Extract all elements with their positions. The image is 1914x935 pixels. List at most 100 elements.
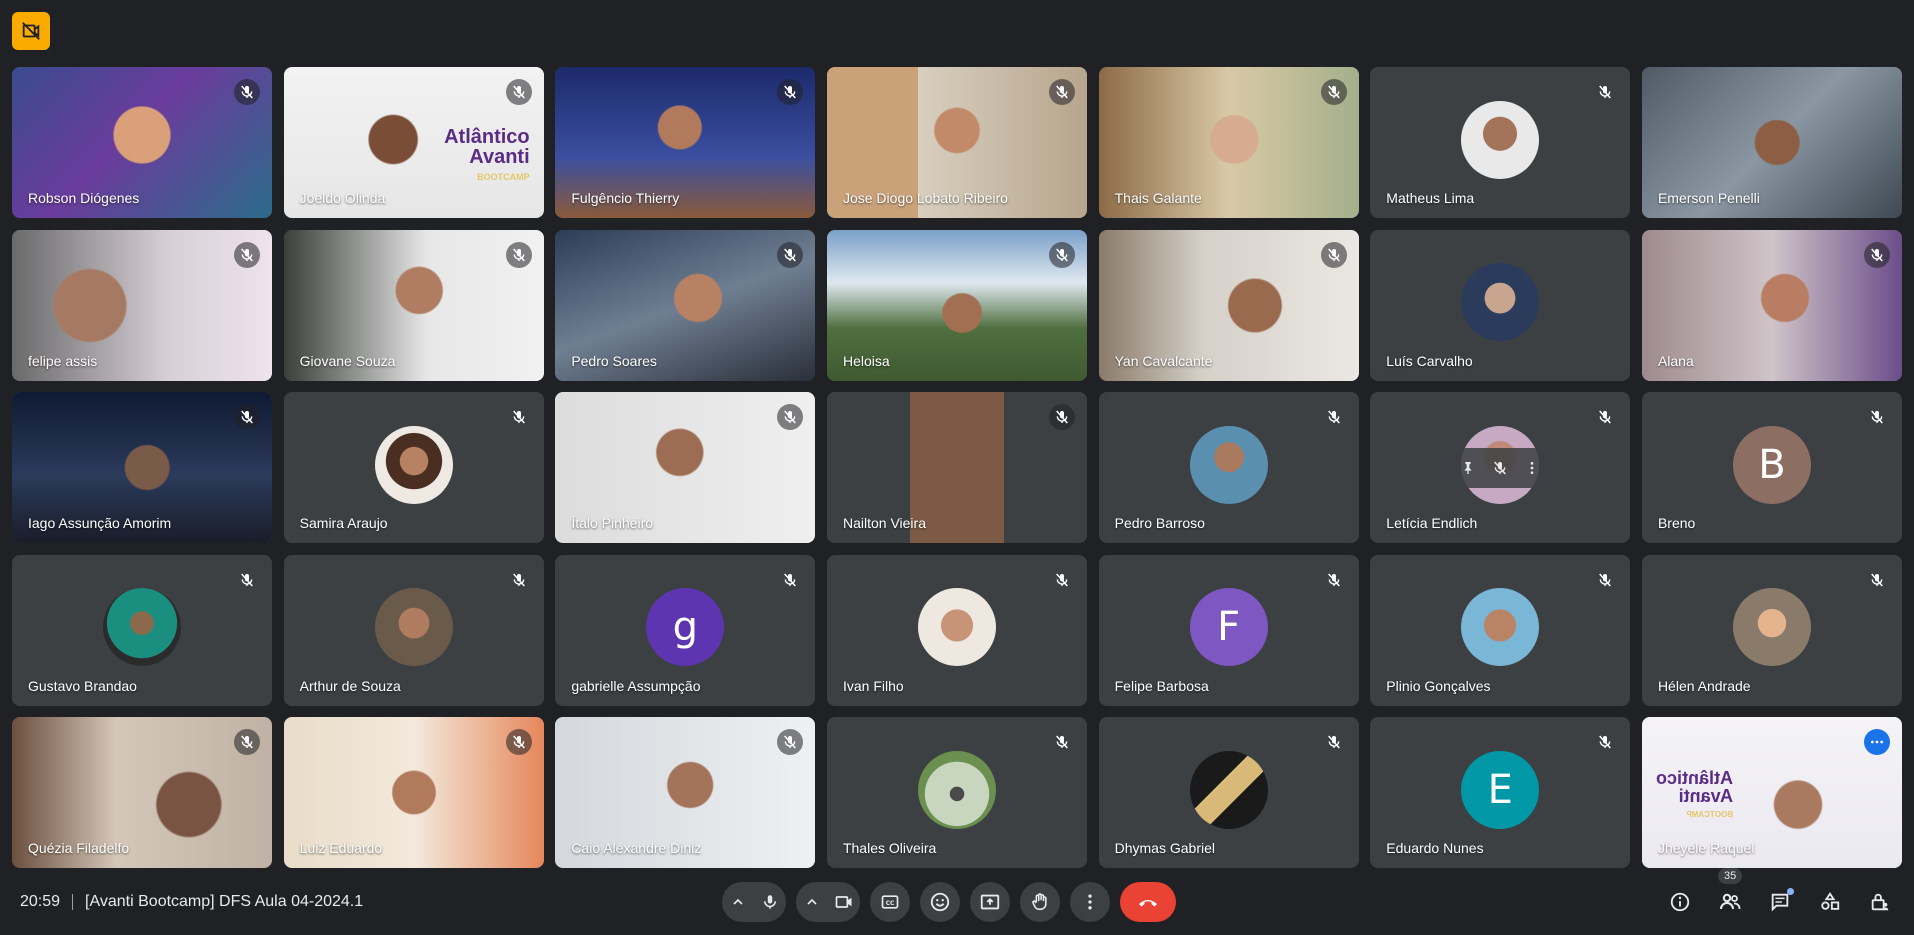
participant-tile[interactable]: Ítalo Pinheiro bbox=[555, 392, 816, 543]
avatar bbox=[1732, 588, 1811, 666]
call-end-icon bbox=[1139, 899, 1157, 906]
participant-tile[interactable]: Atlântico Avanti BOOTCAMP Jheyele Raquel bbox=[1641, 717, 1902, 868]
muted-indicator bbox=[506, 567, 532, 593]
mic-button[interactable] bbox=[754, 882, 786, 922]
participant-tile[interactable]: Giovane Souza bbox=[283, 229, 544, 381]
participant-name: Luiz Eduardo bbox=[299, 840, 383, 856]
avatar bbox=[374, 588, 453, 666]
reactions-button[interactable] bbox=[920, 881, 960, 922]
camera-button[interactable] bbox=[828, 882, 860, 922]
participant-name: Hélen Andrade bbox=[1657, 677, 1751, 694]
shapes-icon bbox=[1821, 891, 1840, 910]
mic-off-icon bbox=[1056, 735, 1068, 749]
logo-line-3: BOOTCAMP bbox=[477, 172, 530, 182]
participant-tile[interactable]: g gabrielle Assumpção bbox=[555, 554, 816, 706]
tile-options-button[interactable] bbox=[1863, 729, 1890, 755]
participant-tile[interactable]: Fulgêncio Thierry bbox=[555, 67, 816, 218]
muted-indicator bbox=[505, 79, 532, 105]
mic-off-icon bbox=[1327, 248, 1340, 261]
muted-indicator bbox=[505, 241, 532, 268]
participant-tile[interactable]: Matheus Lima bbox=[1370, 67, 1631, 218]
participant-tile[interactable]: F Felipe Barbosa bbox=[1098, 554, 1359, 706]
participant-name: Letícia Endlich bbox=[1386, 515, 1478, 531]
participant-tile[interactable]: Luís Carvalho bbox=[1370, 229, 1631, 381]
participant-tile[interactable]: Robson Diógenes bbox=[12, 67, 272, 218]
raise-hand-button[interactable] bbox=[1020, 881, 1060, 922]
muted-indicator bbox=[1863, 241, 1890, 268]
participant-tile[interactable]: Iago Assunção Amorim bbox=[12, 392, 272, 543]
participant-tile[interactable]: Samira Araujo bbox=[283, 392, 544, 543]
participant-tile[interactable]: Gustavo Brandao bbox=[12, 554, 272, 706]
participant-tile[interactable]: E Eduardo Nunes bbox=[1370, 717, 1631, 868]
host-controls-button[interactable] bbox=[1858, 880, 1902, 924]
leave-call-button[interactable] bbox=[1120, 881, 1176, 922]
mic-off-icon bbox=[241, 85, 253, 99]
mic-off-icon bbox=[512, 410, 525, 424]
mic-off-icon bbox=[1871, 410, 1883, 424]
participant-tile[interactable]: Alana bbox=[1641, 229, 1902, 381]
participant-name: Yan Cavalcante bbox=[1114, 352, 1213, 369]
participant-name: Joeldo Olinda bbox=[299, 190, 386, 206]
participant-name: Dhymas Gabriel bbox=[1114, 840, 1215, 856]
mic-off-icon bbox=[1327, 735, 1340, 749]
muted-indicator bbox=[1320, 241, 1347, 268]
participant-tile[interactable]: Letícia Endlich bbox=[1370, 392, 1631, 543]
participant-name: felipe assis bbox=[28, 352, 98, 369]
mic-off-icon[interactable] bbox=[1492, 460, 1508, 476]
unread-dot bbox=[1787, 887, 1794, 895]
participant-tile[interactable]: Emerson Penelli bbox=[1641, 67, 1902, 218]
camera-options-button[interactable] bbox=[796, 882, 828, 922]
letter-avatar: E bbox=[1461, 750, 1540, 829]
more-options-button[interactable] bbox=[1070, 881, 1110, 922]
muted-indicator bbox=[1048, 404, 1075, 430]
participant-tile[interactable]: Quézia Filadelfo bbox=[12, 717, 272, 868]
participant-tile[interactable]: Pedro Soares bbox=[555, 229, 816, 381]
participant-tile[interactable]: Ivan Filho bbox=[826, 554, 1087, 706]
participant-tile[interactable]: Pedro Barroso bbox=[1098, 392, 1359, 543]
mic-off-icon bbox=[784, 573, 797, 586]
emoji-icon bbox=[930, 892, 950, 911]
activities-button[interactable] bbox=[1808, 880, 1852, 924]
mic-off-icon bbox=[784, 410, 797, 424]
muted-indicator bbox=[505, 729, 532, 755]
captions-button[interactable]: CC bbox=[870, 881, 910, 922]
letter-avatar: g bbox=[646, 588, 725, 666]
participant-tile[interactable]: Heloisa bbox=[826, 229, 1087, 381]
meeting-details-button[interactable] bbox=[1658, 880, 1702, 924]
info-icon bbox=[1670, 892, 1690, 911]
participant-tile[interactable]: Caio Alexandre Diniz bbox=[555, 717, 816, 868]
participant-name: Pedro Soares bbox=[571, 352, 657, 369]
more-vert-icon[interactable] bbox=[1524, 460, 1540, 476]
participant-tile[interactable]: Thales Oliveira bbox=[826, 717, 1087, 868]
participant-tile[interactable]: Thais Galante bbox=[1098, 67, 1359, 218]
participant-tile[interactable]: Plinio Gonçalves bbox=[1370, 554, 1631, 706]
camera-off-indicator[interactable] bbox=[12, 12, 50, 50]
present-button[interactable] bbox=[970, 881, 1010, 922]
participant-tile[interactable]: Nailton Vieira bbox=[826, 392, 1087, 543]
participant-name: Luís Carvalho bbox=[1386, 352, 1473, 369]
participant-tile[interactable]: Arthur de Souza bbox=[283, 554, 544, 706]
participant-name: Thales Oliveira bbox=[842, 840, 937, 856]
mic-off-icon bbox=[241, 573, 253, 586]
bottom-bar: 20:59 [Avanti Bootcamp] DFS Aula 04-2024… bbox=[0, 867, 1914, 935]
mic-off-icon bbox=[1871, 573, 1883, 586]
participant-tile[interactable]: Jose Diogo Lobato Ribeiro bbox=[826, 67, 1087, 218]
participant-tile[interactable]: Atlântico Avanti BOOTCAMP Joeldo Olinda bbox=[283, 67, 544, 218]
participant-tile[interactable]: B Breno bbox=[1641, 392, 1902, 543]
mic-off-icon bbox=[512, 573, 525, 586]
mic-off-icon bbox=[1599, 735, 1612, 749]
participant-tile[interactable]: Hélen Andrade bbox=[1641, 554, 1902, 706]
muted-indicator bbox=[1864, 567, 1890, 593]
participant-tile[interactable]: Yan Cavalcante bbox=[1098, 229, 1359, 381]
people-button[interactable]: 35 bbox=[1708, 867, 1752, 924]
chat-button[interactable] bbox=[1758, 880, 1802, 924]
participant-tile[interactable]: Luiz Eduardo bbox=[283, 717, 544, 868]
participant-tile[interactable]: felipe assis bbox=[12, 229, 272, 381]
participant-name: Breno bbox=[1657, 515, 1696, 531]
mic-off-icon bbox=[784, 735, 797, 749]
participant-tile[interactable]: Dhymas Gabriel bbox=[1098, 717, 1359, 868]
side-panel-controls: 35 bbox=[1658, 867, 1902, 924]
pin-icon[interactable] bbox=[1460, 460, 1476, 476]
letter-avatar: B bbox=[1732, 425, 1811, 504]
mic-options-button[interactable] bbox=[722, 882, 754, 922]
